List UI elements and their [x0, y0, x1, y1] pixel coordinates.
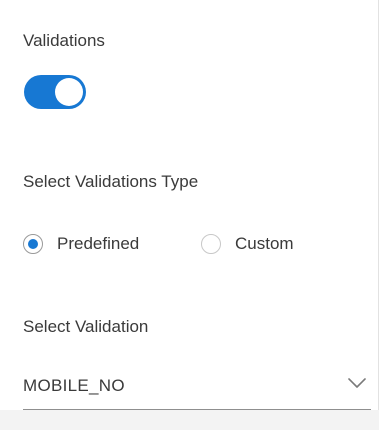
- bottom-divider-area: [0, 410, 379, 430]
- radio-custom-label: Custom: [235, 234, 294, 253]
- radio-dot: [28, 239, 38, 249]
- validations-label: Validations: [23, 31, 105, 50]
- radio-checked-icon: [23, 234, 43, 254]
- radio-predefined-label: Predefined: [57, 234, 140, 253]
- radio-custom[interactable]: Custom: [201, 231, 294, 257]
- toggle-knob: [55, 78, 83, 106]
- validation-type-label: Select Validations Type: [23, 172, 199, 191]
- radio-unchecked-icon: [201, 234, 221, 254]
- validation-dropdown[interactable]: MOBILE_NO: [23, 366, 371, 410]
- radio-predefined[interactable]: Predefined: [23, 231, 139, 257]
- select-validation-label: Select Validation: [23, 317, 149, 336]
- validation-dropdown-value: MOBILE_NO: [23, 376, 125, 395]
- validations-toggle[interactable]: [24, 75, 86, 109]
- validations-panel: Validations Select Validations Type Pred…: [0, 0, 379, 410]
- chevron-down-icon[interactable]: [347, 376, 367, 390]
